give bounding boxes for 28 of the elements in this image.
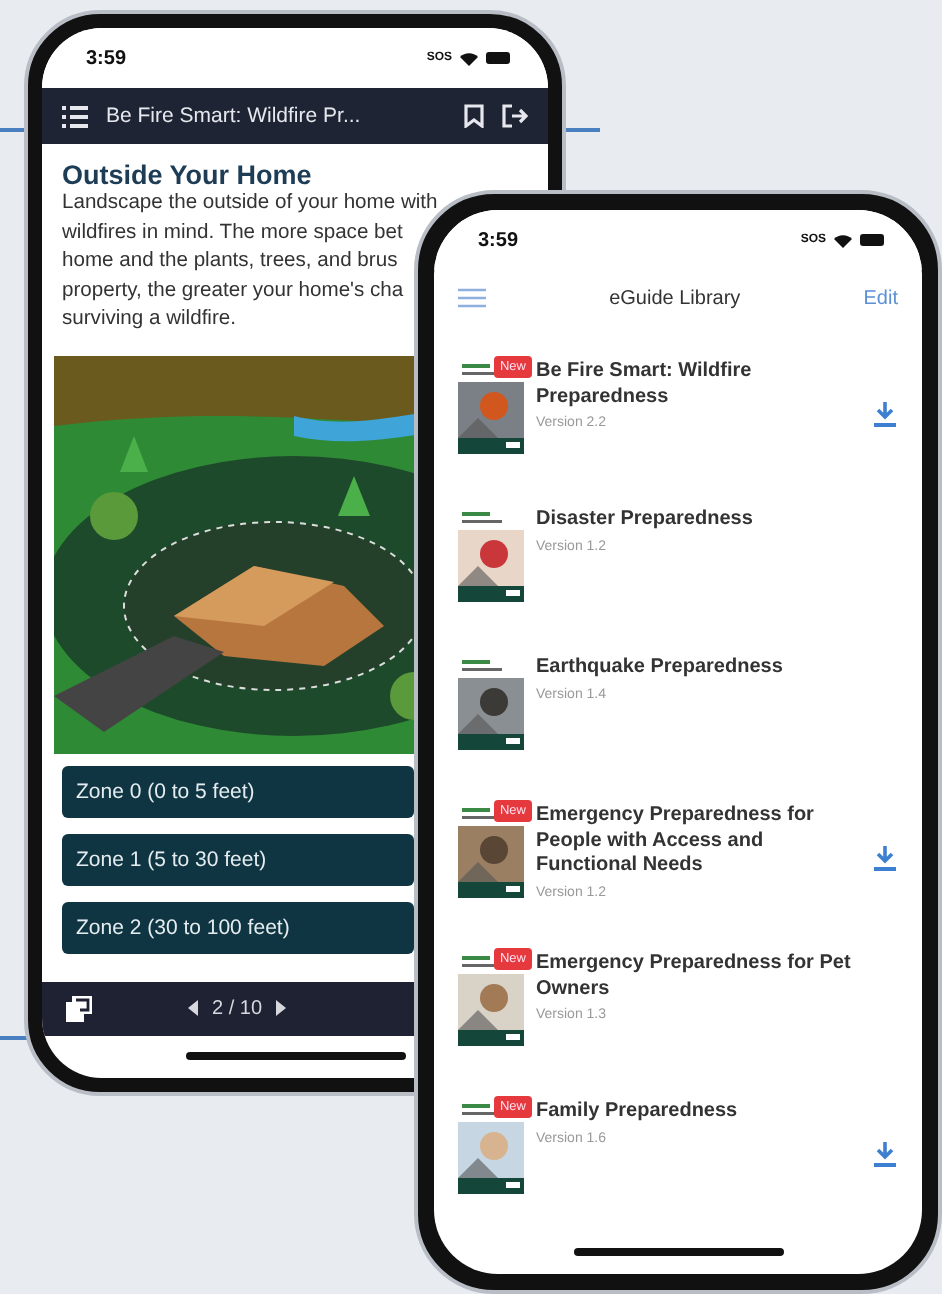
battery-icon [860,234,886,246]
download-icon[interactable] [873,845,895,871]
guide-title[interactable]: Family Preparedness [536,1100,854,1125]
exit-icon[interactable] [502,104,528,128]
guide-title[interactable]: Emergency Preparedness for Pet Owners [536,952,854,1002]
menu-icon[interactable] [62,105,88,127]
signal-icon [834,233,852,247]
guide-title[interactable]: Emergency Preparedness for People with Access and Functional Needs [536,804,854,879]
guide-title[interactable]: Be Fire Smart: Wildfire Preparedness [536,360,854,410]
zone-button[interactable]: Zone 2 (30 to 100 feet) [62,901,414,953]
zone-button[interactable]: Zone 1 (5 to 30 feet) [62,833,414,885]
download-icon[interactable] [873,401,895,427]
previous-page-icon[interactable] [188,1000,198,1016]
guide-title[interactable]: Earthquake Preparedness [536,656,854,681]
section-heading: Outside Your Home [62,160,314,190]
status-time: 3:59 [86,47,127,69]
header-title: eGuide Library [609,287,741,309]
bookmark-icon[interactable] [464,104,484,128]
zone-button[interactable]: Zone 0 (0 to 5 feet) [62,765,414,817]
download-icon[interactable] [873,1141,895,1167]
paragraph: Landscape the outside of your home with wildfires in mind. The more space bet home and the plants, trees, and brus property, the greater your home's cha surviving a wildfire. [62,190,438,334]
guide-title[interactable]: Disaster Preparedness [536,508,854,533]
page-indicator: 2 / 10 [212,997,263,1019]
next-page-icon[interactable] [276,1000,287,1016]
signal-icon [460,51,478,65]
status-time: 3:59 [478,229,519,251]
battery-icon [486,52,512,64]
header-title: Be Fire Smart: Wildfire Pr... [106,104,363,128]
